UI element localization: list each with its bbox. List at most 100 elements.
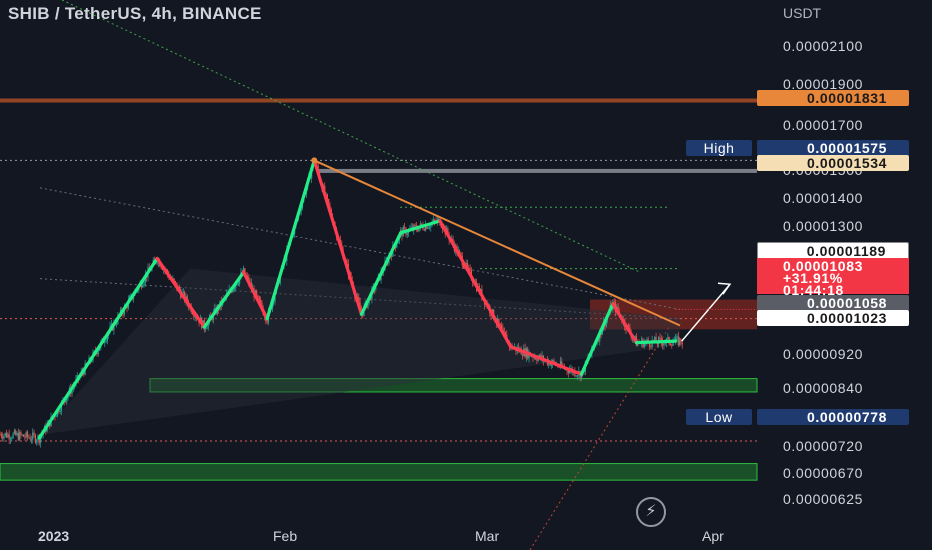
candle-body bbox=[15, 430, 17, 436]
last-price-badge: 0.00001083 +31.91% 01:44:18 bbox=[757, 258, 909, 297]
zigzag-up-leg bbox=[634, 339, 678, 345]
candle-body bbox=[567, 370, 569, 373]
candle-body bbox=[4, 432, 6, 436]
chart-title: SHIB / TetherUS, 4h, BINANCE bbox=[8, 4, 262, 23]
candle-body bbox=[204, 329, 207, 330]
candle-body bbox=[3, 435, 5, 439]
candle-body bbox=[12, 433, 14, 439]
candle-body bbox=[521, 354, 524, 357]
y-tick-label: 0.00000840 bbox=[783, 380, 863, 396]
candle-body bbox=[7, 434, 9, 438]
candle-body bbox=[404, 227, 406, 229]
candle-body bbox=[676, 336, 678, 338]
y-tick-label: 0.00001300 bbox=[783, 218, 863, 234]
y-tick-label: 0.00001700 bbox=[783, 117, 863, 133]
y-tick-label: 0.00000720 bbox=[783, 438, 863, 454]
candle-body bbox=[427, 227, 429, 229]
candle-body bbox=[19, 432, 21, 440]
candle-body bbox=[33, 432, 35, 435]
candle-body bbox=[536, 359, 538, 361]
candle-body bbox=[32, 432, 34, 440]
candle-body bbox=[13, 430, 16, 434]
x-tick-label: 2023 bbox=[38, 528, 70, 544]
candle-body bbox=[36, 440, 38, 443]
y-tick-label: 0.00000920 bbox=[783, 346, 863, 362]
candle-body bbox=[22, 434, 25, 437]
candle-body bbox=[428, 227, 431, 228]
y-tick-label: 0.00001400 bbox=[783, 190, 863, 206]
candle-body bbox=[597, 341, 600, 342]
candle-body bbox=[233, 288, 236, 290]
low-price-tag: 0.00000778 bbox=[757, 409, 909, 425]
candle-body bbox=[8, 434, 10, 440]
candle-body bbox=[24, 436, 26, 438]
prior-high-price-tag: 0.00001534 bbox=[757, 155, 909, 171]
level-b-price-tag: 0.00001023 bbox=[757, 310, 909, 326]
candle-body bbox=[468, 267, 470, 269]
candle-body bbox=[104, 341, 106, 343]
high-label: High bbox=[686, 140, 752, 156]
resistance-price-tag: 0.00001831 bbox=[757, 90, 909, 106]
candle-body bbox=[576, 375, 579, 377]
candle-body bbox=[423, 229, 425, 231]
candle-body bbox=[30, 439, 33, 441]
candle-body bbox=[236, 284, 238, 286]
candle-body bbox=[9, 438, 12, 440]
candle-body bbox=[414, 224, 416, 226]
level-a-price-tag: 0.00001058 bbox=[757, 295, 909, 311]
y-tick-label: 0.00002100 bbox=[783, 38, 863, 54]
y-tick-label: 0.00000625 bbox=[783, 491, 863, 507]
candle-body bbox=[206, 327, 208, 330]
horizontal-resistance-line bbox=[0, 98, 757, 103]
prior-high-line bbox=[318, 168, 757, 173]
candle-body bbox=[237, 283, 239, 285]
candle-body bbox=[266, 321, 268, 323]
candle-body bbox=[26, 432, 29, 437]
lightning-icon[interactable]: ⚡ bbox=[636, 497, 666, 527]
projection-arrow-head bbox=[717, 282, 732, 295]
candle-body bbox=[417, 229, 419, 232]
candle-body bbox=[20, 432, 22, 436]
candle-body bbox=[142, 285, 144, 288]
x-tick-label: Mar bbox=[475, 528, 500, 544]
candle-body bbox=[182, 291, 184, 293]
candle-body bbox=[0, 434, 2, 437]
candle-body bbox=[25, 432, 27, 438]
candle-body bbox=[143, 282, 145, 286]
candle-body bbox=[663, 343, 665, 346]
candle-body bbox=[105, 340, 107, 342]
candle-body bbox=[672, 342, 674, 346]
candle-body bbox=[55, 415, 57, 417]
candle-body bbox=[156, 262, 158, 264]
price-unit: USDT bbox=[783, 5, 822, 21]
x-tick-label: Apr bbox=[702, 528, 724, 544]
candle-body bbox=[11, 438, 13, 440]
candle-body bbox=[502, 327, 504, 329]
candle-body bbox=[34, 434, 36, 443]
dotted-trend-line bbox=[61, 0, 641, 273]
candle-body bbox=[122, 313, 124, 315]
y-tick-label: 0.00000670 bbox=[783, 465, 863, 481]
high-price-tag: 0.00001575 bbox=[757, 140, 909, 156]
candle-body bbox=[677, 336, 679, 345]
candle-body bbox=[28, 436, 30, 438]
candle-body bbox=[17, 432, 19, 440]
candle-body bbox=[575, 375, 577, 377]
candle-body bbox=[5, 432, 8, 438]
support-zone bbox=[0, 463, 758, 481]
candle-body bbox=[650, 346, 652, 348]
candle-body bbox=[2, 436, 4, 439]
candle-body bbox=[59, 410, 61, 412]
candle-body bbox=[29, 437, 31, 440]
candle-body bbox=[16, 432, 18, 436]
candle-body bbox=[667, 337, 669, 339]
candle-body bbox=[671, 344, 673, 346]
low-label: Low bbox=[686, 409, 752, 425]
candle-body bbox=[469, 267, 471, 271]
candle-body bbox=[406, 233, 408, 235]
candle-body bbox=[0, 433, 1, 435]
candle-body bbox=[21, 434, 23, 436]
candle-body bbox=[679, 338, 681, 345]
candle-body bbox=[669, 343, 672, 345]
high-marker bbox=[311, 157, 318, 164]
